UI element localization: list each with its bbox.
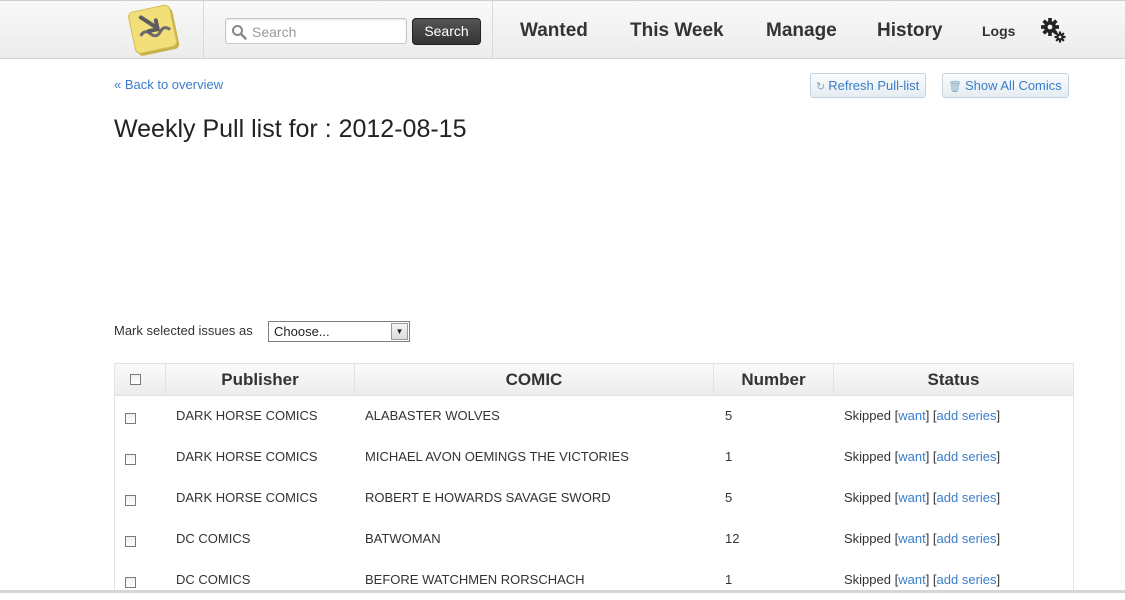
mark-status-value: Choose... (274, 324, 330, 339)
column-header-comic[interactable]: COMIC (355, 364, 714, 395)
want-link[interactable]: want (898, 572, 925, 587)
add-series-link[interactable]: add series (937, 408, 997, 423)
row-checkbox[interactable] (125, 413, 136, 424)
comic-cell: ROBERT E HOWARDS SAVAGE SWORD (365, 490, 611, 505)
number-cell: 5 (725, 490, 733, 505)
trash-icon: 🗑 (948, 81, 962, 93)
search-icon (232, 25, 247, 40)
publisher-cell: DARK HORSE COMICS (176, 490, 318, 505)
search-button[interactable]: Search (412, 18, 481, 45)
nav-this-week[interactable]: This Week (630, 20, 724, 42)
add-series-link[interactable]: add series (937, 531, 997, 546)
row-checkbox[interactable] (125, 495, 136, 506)
status-cell: Skipped [want] [add series] (844, 408, 1001, 423)
want-link[interactable]: want (898, 531, 925, 546)
publisher-cell: DC COMICS (176, 572, 251, 587)
table-row: DC COMICS BEFORE WATCHMEN RORSCHACH 1 Sk… (115, 559, 1073, 600)
publisher-cell: DC COMICS (176, 531, 251, 546)
add-series-link[interactable]: add series (937, 449, 997, 464)
nav-wanted[interactable]: Wanted (520, 20, 588, 42)
table-row: DC COMICS BATWOMAN 12 Skipped [want] [ad… (115, 518, 1073, 559)
status-text: Skipped (844, 449, 891, 464)
table-row: DARK HORSE COMICS MICHAEL AVON OEMINGS T… (115, 436, 1073, 477)
search-input[interactable]: Search (225, 18, 407, 44)
refresh-icon: ↻ (816, 81, 826, 93)
row-checkbox[interactable] (125, 536, 136, 547)
mark-selected-label: Mark selected issues as (114, 323, 253, 338)
select-all-header (115, 364, 166, 395)
add-series-link[interactable]: add series (937, 572, 997, 587)
want-link[interactable]: want (898, 449, 925, 464)
chevron-down-icon[interactable]: ▼ (391, 323, 408, 340)
want-link[interactable]: want (898, 490, 925, 505)
logo-area (118, 1, 204, 59)
comic-cell: MICHAEL AVON OEMINGS THE VICTORIES (365, 449, 629, 464)
status-cell: Skipped [want] [add series] (844, 531, 1001, 546)
add-series-link[interactable]: add series (937, 490, 997, 505)
row-checkbox[interactable] (125, 577, 136, 588)
status-cell: Skipped [want] [add series] (844, 449, 1001, 464)
number-cell: 1 (725, 449, 733, 464)
refresh-pull-list-button[interactable]: ↻ Refresh Pull-list (810, 73, 927, 98)
table-row: DARK HORSE COMICS ROBERT E HOWARDS SAVAG… (115, 477, 1073, 518)
show-all-comics-label: Show All Comics (964, 78, 1062, 93)
row-checkbox[interactable] (125, 454, 136, 465)
table-header: Publisher COMIC Number Status (115, 364, 1073, 396)
status-cell: Skipped [want] [add series] (844, 572, 1001, 587)
pull-list-table: Publisher COMIC Number Status DARK HORSE… (114, 363, 1074, 593)
mark-status-select[interactable]: Choose... ▼ (268, 321, 410, 342)
back-to-overview-link[interactable]: « Back to overview (114, 77, 223, 92)
comic-cell: BEFORE WATCHMEN RORSCHACH (365, 572, 585, 587)
page-title: Weekly Pull list for : 2012-08-15 (114, 115, 467, 143)
number-cell: 12 (725, 531, 740, 546)
nav-history[interactable]: History (877, 20, 942, 42)
status-cell: Skipped [want] [add series] (844, 490, 1001, 505)
column-header-status[interactable]: Status (834, 364, 1073, 395)
number-cell: 5 (725, 408, 733, 423)
show-all-comics-button[interactable]: 🗑 Show All Comics (942, 73, 1069, 98)
table-row: DARK HORSE COMICS ALABASTER WOLVES 5 Ski… (115, 395, 1073, 436)
want-link[interactable]: want (898, 408, 925, 423)
status-text: Skipped (844, 408, 891, 423)
top-navbar: Search Search Wanted This Week Manage Hi… (0, 0, 1125, 59)
search-placeholder: Search (252, 24, 297, 40)
number-cell: 1 (725, 572, 733, 587)
status-text: Skipped (844, 572, 891, 587)
search-area: Search Search (204, 1, 493, 59)
refresh-pull-list-label: Refresh Pull-list (828, 78, 920, 93)
app-logo-icon[interactable] (126, 3, 182, 59)
settings-gear-icon[interactable] (1040, 17, 1066, 43)
nav-logs[interactable]: Logs (982, 23, 1015, 39)
column-header-publisher[interactable]: Publisher (166, 364, 355, 395)
comic-cell: BATWOMAN (365, 531, 441, 546)
status-text: Skipped (844, 531, 891, 546)
nav-manage[interactable]: Manage (766, 20, 837, 42)
column-header-number[interactable]: Number (714, 364, 834, 395)
comic-cell: ALABASTER WOLVES (365, 408, 500, 423)
select-all-checkbox[interactable] (130, 374, 141, 385)
status-text: Skipped (844, 490, 891, 505)
publisher-cell: DARK HORSE COMICS (176, 449, 318, 464)
publisher-cell: DARK HORSE COMICS (176, 408, 318, 423)
